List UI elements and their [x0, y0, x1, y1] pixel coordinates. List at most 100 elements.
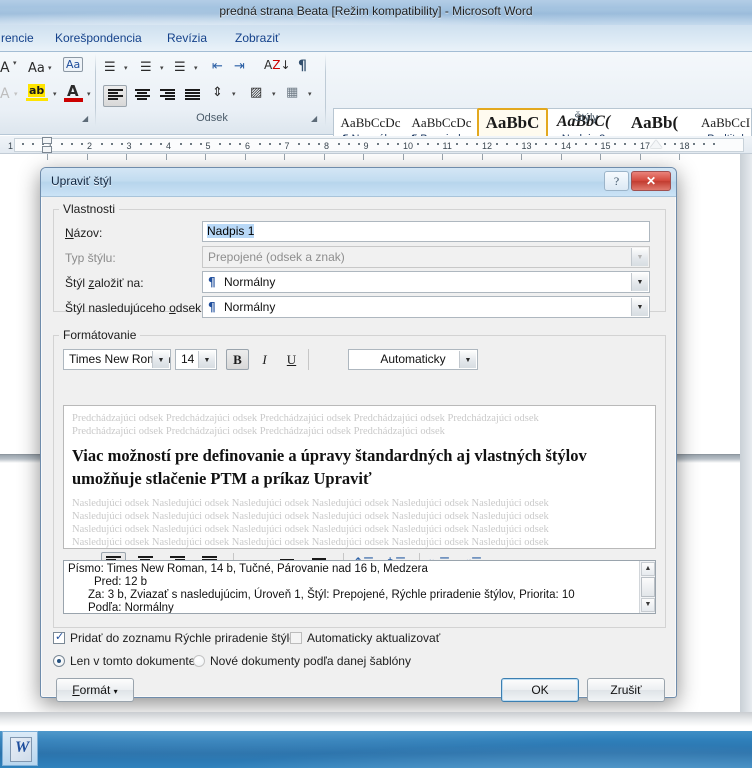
sort-icon[interactable]: AZ↓	[264, 58, 291, 72]
group-separator-paragraph	[325, 54, 326, 126]
format-button-label: ormát	[79, 683, 111, 697]
text-effects-icon: A	[0, 86, 10, 102]
ribbon-align-right-button[interactable]	[155, 85, 179, 107]
shading-caret-icon[interactable]: ▾	[272, 90, 276, 98]
ribbon-tab-strip: rencie Korešpondencia Revízia Zobraziť	[0, 25, 752, 52]
ruler-dot	[100, 143, 103, 145]
only-this-document-label: Len v tomto dokumente	[70, 654, 196, 668]
ruler-dot	[476, 143, 479, 145]
add-to-quick-styles-label: Pridať do zoznamu Rýchle priradenie štýl…	[70, 631, 302, 645]
line-spacing-ribbon-icon[interactable]: ⇕	[212, 85, 223, 100]
description-scrollbar[interactable]: ▲ ▼	[639, 561, 655, 613]
text-highlight-icon[interactable]: ab	[28, 84, 46, 97]
auto-update-checkbox[interactable]: Automaticky aktualizovať	[290, 631, 440, 645]
page-edge-tick	[481, 154, 483, 160]
shading-icon[interactable]: ▨	[250, 85, 262, 100]
help-button[interactable]: ?	[604, 171, 629, 191]
scroll-up-button[interactable]: ▲	[641, 562, 655, 576]
style-type-label: Typ štýlu:	[65, 251, 116, 265]
highlight-color-bar	[26, 98, 48, 101]
page-edge-tick	[600, 154, 601, 160]
toolbar-separator	[308, 349, 309, 370]
font-color-dropdown-icon[interactable]: ▼	[459, 351, 476, 368]
next-paragraph-dropdown-icon[interactable]: ▼	[631, 298, 648, 316]
ribbon-body: A ▾ Aa ▾ Aa A ▾ ab ▾ A ▾ ◢ ☰ ▾ ☰ ▾ ☰ ▾ ⇤…	[0, 52, 752, 159]
new-documents-radio[interactable]: Nové dokumenty podľa danej šablóny	[193, 654, 411, 668]
close-button[interactable]: ✕	[631, 171, 671, 191]
underline-button[interactable]: U	[280, 349, 303, 370]
ribbon-tab-korespondencia[interactable]: Korešpondencia	[48, 29, 149, 47]
change-case-icon[interactable]: Aa	[28, 61, 45, 76]
ok-button[interactable]: OK	[501, 678, 579, 702]
ruler-number: 8	[324, 141, 330, 151]
ruler-dot	[61, 143, 64, 145]
ruler-number: 1	[8, 141, 14, 151]
next-paragraph-combo[interactable]: ¶ Normálny ▼	[202, 296, 650, 318]
cancel-button[interactable]: Zrušiť	[587, 678, 665, 702]
style-sample: AaBb(	[630, 113, 679, 132]
scroll-down-button[interactable]: ▼	[641, 598, 655, 612]
document-right-edge	[740, 154, 752, 712]
only-this-document-radio[interactable]: Len v tomto dokumente	[53, 654, 195, 668]
based-on-value: Normálny	[223, 275, 276, 289]
grow-font-icon[interactable]: A	[0, 60, 10, 76]
borders-caret-icon[interactable]: ▾	[308, 90, 312, 98]
windows-taskbar[interactable]	[0, 731, 752, 768]
ribbon-align-left-button[interactable]	[103, 85, 127, 107]
format-button[interactable]: Formát ▾	[56, 678, 134, 702]
style-description-box[interactable]: Písmo: Times New Roman, 14 b, Tučné, Pár…	[63, 560, 656, 614]
highlight-caret-icon[interactable]: ▾	[53, 90, 57, 98]
ribbon-align-justify-button[interactable]	[180, 85, 204, 107]
font-family-dropdown-icon[interactable]: ▼	[152, 351, 169, 368]
font-size-dropdown-icon[interactable]: ▼	[198, 351, 215, 368]
italic-button[interactable]: I	[253, 349, 276, 370]
multilevel-list-icon[interactable]: ☰	[174, 60, 186, 75]
align-center-icon	[134, 89, 150, 101]
ruler-dot	[466, 143, 469, 145]
ruler-dot	[278, 143, 281, 145]
based-on-dropdown-icon[interactable]: ▼	[631, 273, 648, 291]
numbering-icon[interactable]: ☰	[140, 60, 152, 75]
numbering-caret-icon[interactable]: ▾	[160, 64, 164, 72]
style-type-value: Prepojené (odsek a znak)	[208, 250, 345, 264]
paragraph-dialog-launcher-icon[interactable]: ◢	[311, 114, 317, 123]
ruler-number: 11	[442, 141, 452, 151]
font-color-combo[interactable]: Automaticky ▼	[348, 349, 478, 370]
clear-formatting-icon[interactable]: Aa	[63, 57, 84, 72]
hanging-indent-marker-icon[interactable]	[42, 146, 52, 153]
font-color-caret-icon[interactable]: ▾	[87, 90, 91, 98]
add-to-quick-styles-checkbox[interactable]: Pridať do zoznamu Rýchle priradenie štýl…	[53, 630, 302, 645]
font-dialog-launcher-icon[interactable]: ◢	[82, 114, 88, 123]
ribbon-tab-rencie[interactable]: rencie	[0, 29, 41, 47]
style-preview: Predchádzajúci odsek Predchádzajúci odse…	[63, 405, 656, 549]
horizontal-ruler[interactable]: 11234567891011121314151718	[0, 136, 752, 154]
based-on-combo[interactable]: ¶ Normálny ▼	[202, 271, 650, 293]
ruler-dot	[673, 143, 676, 145]
taskbar-item-word[interactable]	[2, 731, 38, 766]
right-indent-marker-icon[interactable]	[650, 140, 662, 148]
bold-button[interactable]: B	[226, 349, 249, 370]
change-case-caret-icon[interactable]: ▾	[48, 64, 52, 72]
name-input[interactable]: Nadpis 1	[202, 221, 650, 242]
ribbon-align-center-button[interactable]	[130, 85, 154, 107]
multilevel-list-caret-icon[interactable]: ▾	[194, 64, 198, 72]
ribbon-tab-revizia[interactable]: Revízia	[160, 29, 214, 47]
ribbon-tab-zobrazit[interactable]: Zobraziť	[228, 29, 287, 47]
bullets-icon[interactable]: ☰	[104, 60, 116, 75]
font-size-combo[interactable]: 14 ▼	[175, 349, 217, 370]
window-title: predná strana Beata [Režim kompatibility…	[219, 4, 533, 18]
bullets-caret-icon[interactable]: ▾	[124, 64, 128, 72]
grow-font-caret-icon[interactable]: ▾	[13, 59, 17, 67]
dialog-title: Upraviť štýl	[51, 174, 112, 188]
font-size-value: 14	[181, 352, 195, 366]
show-formatting-marks-icon[interactable]: ¶	[298, 58, 307, 74]
first-line-indent-marker-icon[interactable]	[42, 137, 52, 144]
ruler-dot	[298, 143, 301, 145]
font-family-combo[interactable]: Times New Roman ▼	[63, 349, 171, 370]
group-label-styly: Štýly	[574, 112, 598, 124]
decrease-indent-ribbon-icon[interactable]: ⇤	[212, 59, 223, 74]
increase-indent-ribbon-icon[interactable]: ⇥	[234, 59, 245, 74]
line-spacing-caret-icon[interactable]: ▾	[232, 90, 236, 98]
scrollbar-thumb[interactable]	[641, 577, 655, 597]
borders-icon[interactable]: ▦	[286, 85, 298, 100]
